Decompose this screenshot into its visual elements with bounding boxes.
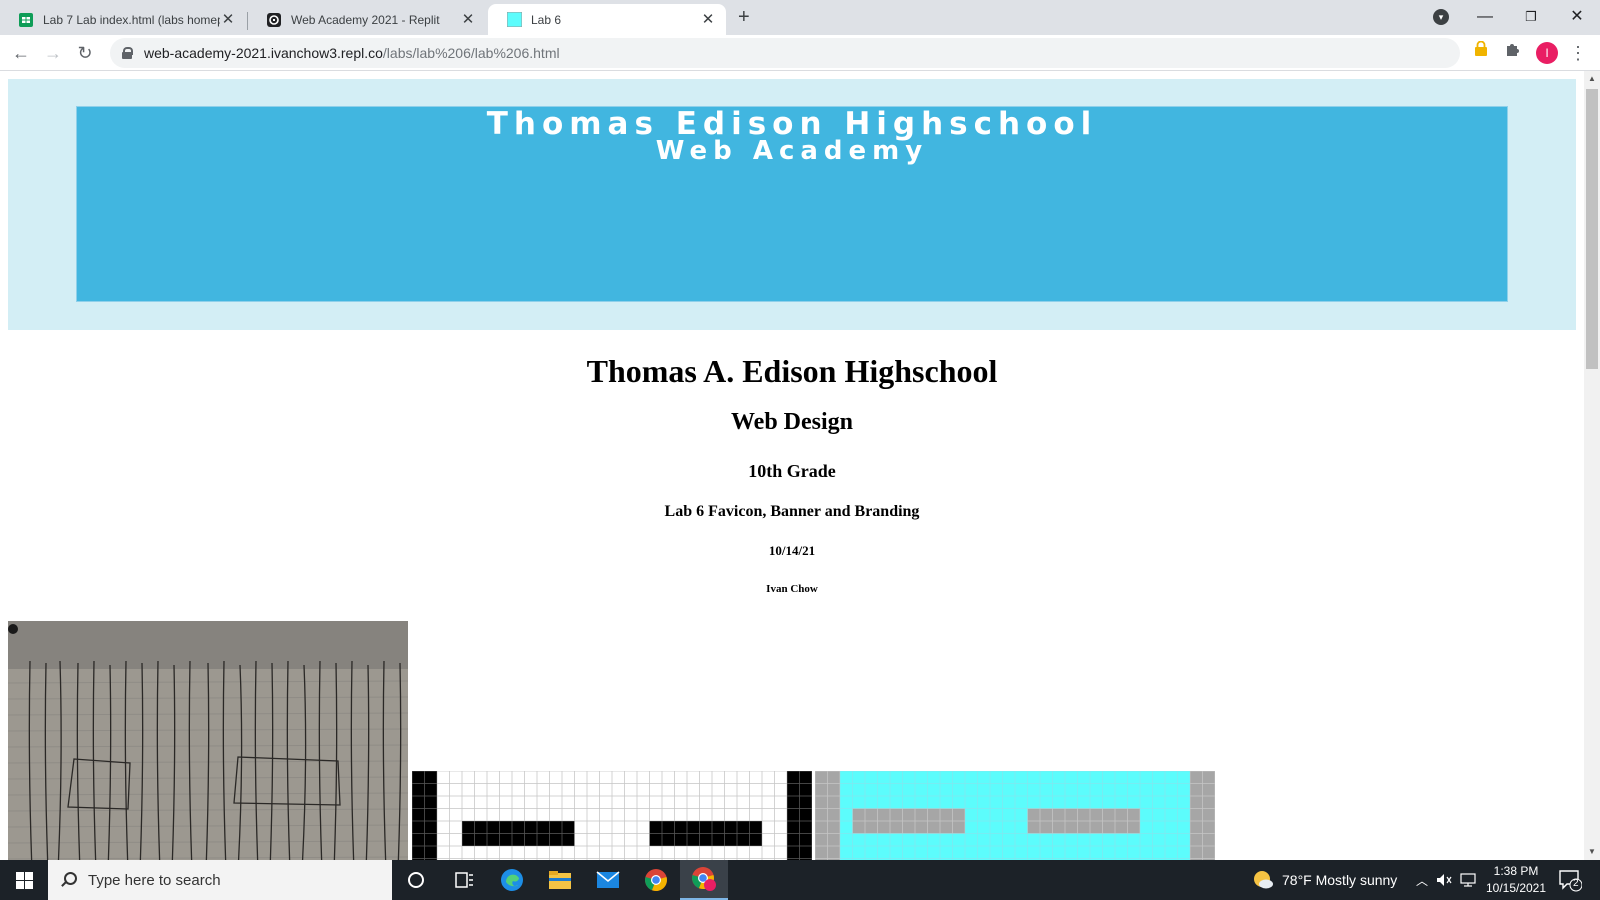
new-tab-button[interactable]: + <box>738 7 750 27</box>
more-menu-icon[interactable]: ⋮ <box>1566 41 1590 65</box>
password-lock-icon[interactable] <box>1469 40 1493 65</box>
notification-center-icon[interactable]: 2 <box>1558 868 1583 892</box>
minimize-button[interactable]: — <box>1462 4 1508 30</box>
date-heading: 10/14/21 <box>768 543 816 558</box>
close-tab-icon[interactable]: ✕ <box>460 11 476 28</box>
close-tab-icon[interactable]: ✕ <box>220 11 236 28</box>
file-explorer-icon[interactable] <box>536 860 584 900</box>
tab-title: Lab 6 <box>531 12 562 27</box>
banner-container: Thomas Edison Highschool Web Academy <box>8 79 1576 330</box>
weather-text: 78°F Mostly sunny <box>1282 872 1398 888</box>
reload-icon[interactable]: ↻ <box>73 41 97 65</box>
pixel-grid-design-bw <box>412 771 812 860</box>
site-banner: Thomas Edison Highschool Web Academy <box>76 106 1508 302</box>
tab-title: Lab 7 Lab index.html (labs homep <box>43 12 220 27</box>
pixel-grid-design-color <box>815 771 1215 860</box>
chrome-icon[interactable] <box>632 860 680 900</box>
replit-icon <box>266 12 282 28</box>
forward-arrow-icon[interactable]: → <box>41 41 65 65</box>
grade-heading: 10th Grade <box>748 461 836 481</box>
notification-count: 2 <box>1573 878 1579 889</box>
banner-title: Thomas Edison Highschool <box>486 106 1098 142</box>
tab-lab7-index[interactable]: Lab 7 Lab index.html (labs homep ✕ <box>0 4 246 35</box>
page-viewport: Thomas Edison Highschool Web Academy Tho… <box>0 71 1584 860</box>
page-scrollbar[interactable]: ▲ ▼ <box>1584 71 1600 860</box>
lock-icon[interactable] <box>122 47 133 59</box>
extensions-puzzle-icon[interactable] <box>1501 41 1525 65</box>
back-arrow-icon[interactable]: ← <box>9 41 33 65</box>
scroll-up-arrow-icon[interactable]: ▲ <box>1584 71 1600 87</box>
tab-title: Web Academy 2021 - Replit <box>291 12 440 27</box>
sketch-photo <box>8 621 408 860</box>
page-title: Thomas A. Edison Highschool <box>586 353 998 389</box>
cortana-icon[interactable] <box>392 860 440 900</box>
close-window-button[interactable]: ✕ <box>1554 4 1600 30</box>
tab-replit[interactable]: Web Academy 2021 - Replit ✕ <box>248 4 486 35</box>
network-icon[interactable] <box>1460 860 1476 900</box>
tab-lab6[interactable]: Lab 6 ✕ <box>488 4 726 35</box>
scrollbar-thumb[interactable] <box>1586 89 1598 369</box>
scroll-down-arrow-icon[interactable]: ▼ <box>1584 844 1600 860</box>
lab-heading: Lab 6 Favicon, Banner and Branding <box>664 503 920 520</box>
profile-avatar[interactable]: I <box>1536 42 1558 64</box>
edge-browser-icon[interactable] <box>488 860 536 900</box>
banner-subtitle: Web Academy <box>655 136 929 166</box>
windows-taskbar: Type here to search 78°F Mostly sunny ︿ … <box>0 860 1600 900</box>
mail-icon[interactable] <box>584 860 632 900</box>
taskbar-clock[interactable]: 1:38 PM 10/15/2021 <box>1476 863 1556 897</box>
clock-date: 10/15/2021 <box>1485 881 1547 895</box>
speaker-muted-icon[interactable] <box>1436 860 1452 900</box>
course-heading: Web Design <box>730 409 853 435</box>
task-view-icon[interactable] <box>440 860 488 900</box>
tab-strip: Lab 7 Lab index.html (labs homep ✕ Web A… <box>0 0 1600 35</box>
url-host: web-academy-2021.ivanchow3.repl.co <box>144 45 383 61</box>
taskbar-search-box[interactable]: Type here to search <box>48 860 392 900</box>
show-hidden-icons-icon[interactable]: ︿ <box>1416 860 1428 900</box>
tab-search-icon[interactable]: ▾ <box>1433 9 1449 25</box>
cyan-favicon-icon <box>506 12 522 28</box>
url-path: /labs/lab%206/lab%206.html <box>382 45 560 61</box>
windows-logo-icon <box>15 871 33 889</box>
browser-toolbar: ← → ↻ web-academy-2021.ivanchow3.repl.co… <box>0 35 1600 71</box>
chrome-profile-icon[interactable] <box>680 860 728 900</box>
weather-widget[interactable]: 78°F Mostly sunny <box>1252 860 1397 900</box>
search-placeholder: Type here to search <box>88 871 221 889</box>
clock-time: 1:38 PM <box>1493 864 1539 878</box>
partly-sunny-icon <box>1254 871 1273 889</box>
restore-button[interactable]: ❐ <box>1508 4 1554 30</box>
close-tab-icon[interactable]: ✕ <box>700 11 716 28</box>
windows-start-button[interactable] <box>0 860 48 900</box>
search-icon <box>60 872 77 888</box>
google-sheets-icon <box>18 12 34 28</box>
address-bar[interactable]: web-academy-2021.ivanchow3.repl.co/labs/… <box>110 38 1460 68</box>
author-heading: Ivan Chow <box>766 583 818 595</box>
